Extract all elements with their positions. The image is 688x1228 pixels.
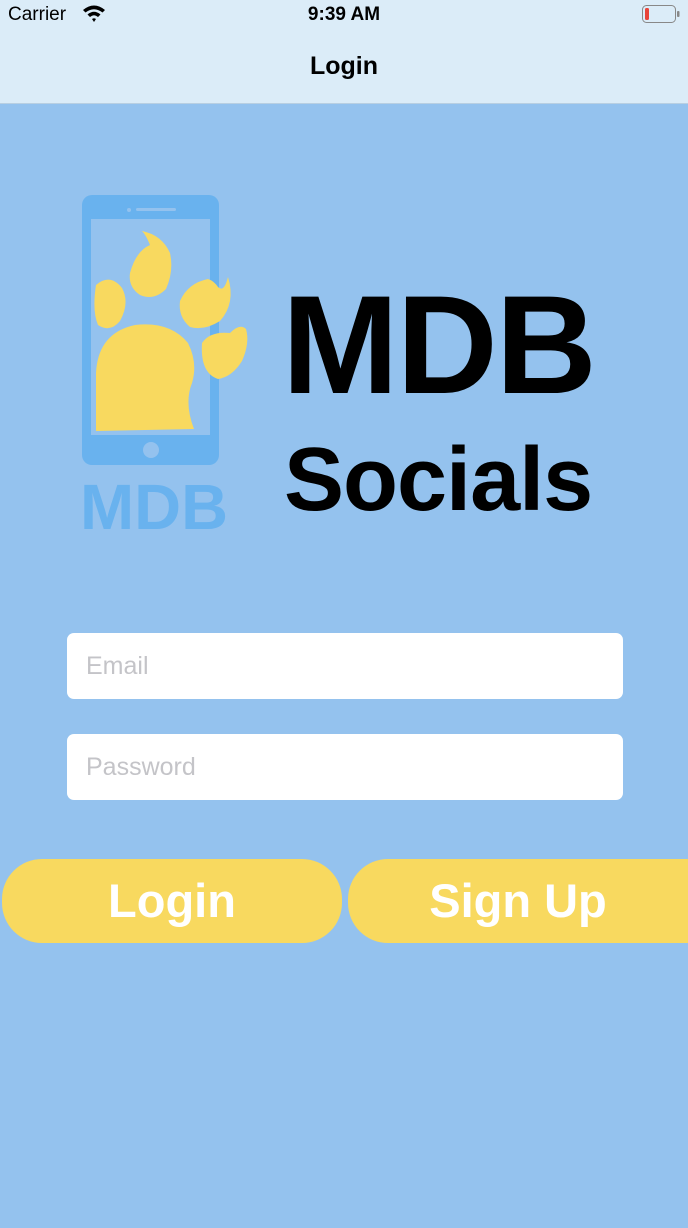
login-button[interactable]: Login [2, 859, 342, 943]
phone-paw-logo-icon: MDB [80, 195, 248, 533]
navigation-bar: Login [0, 30, 688, 104]
sign-up-button[interactable]: Sign Up [348, 859, 688, 943]
status-bar: Carrier 9:39 AM [0, 0, 688, 30]
nav-title: Login [309, 52, 379, 80]
brand-title-mdb: MDB [282, 266, 597, 423]
status-time: 9:39 AM [307, 4, 381, 25]
logo-text: MDB [80, 471, 228, 533]
brand-title-socials: Socials [284, 430, 593, 530]
battery-low-icon [642, 5, 680, 23]
email-field[interactable] [67, 633, 623, 699]
password-field[interactable] [67, 734, 623, 800]
